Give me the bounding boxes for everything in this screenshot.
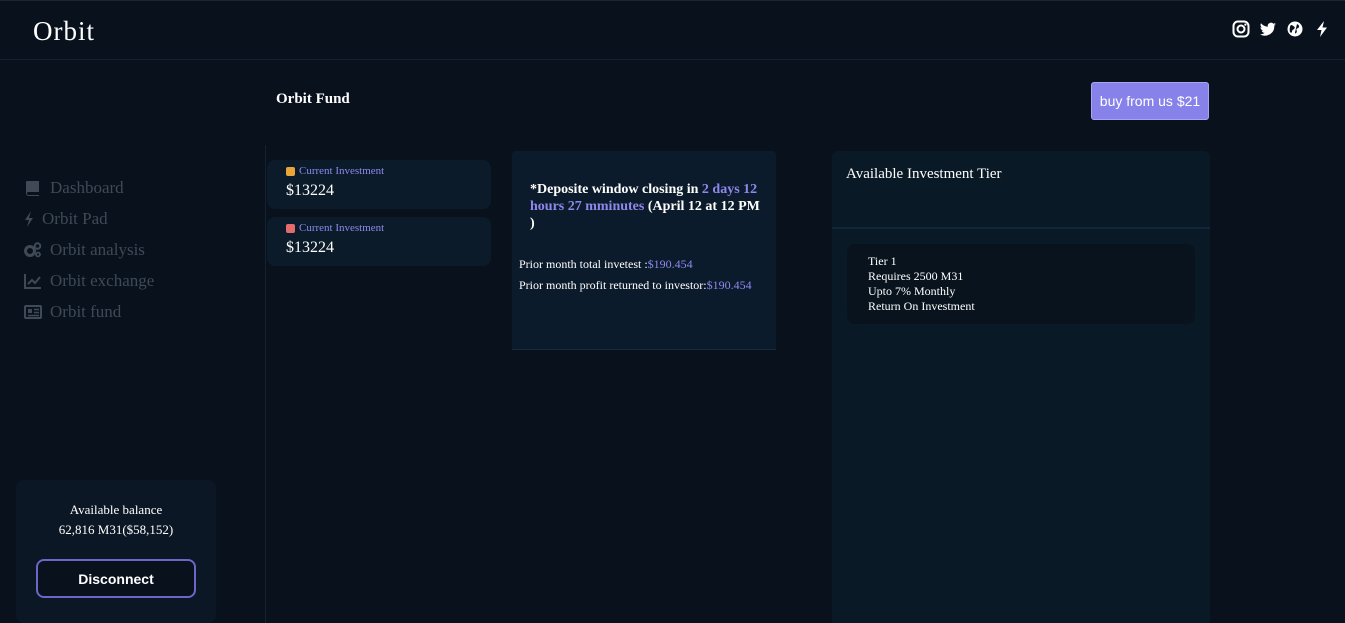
tier-rate: Upto 7% Monthly: [868, 284, 956, 298]
buy-button[interactable]: buy from us $21: [1091, 82, 1209, 120]
disconnect-button[interactable]: Disconnect: [36, 559, 196, 598]
sidebar-item-orbit-pad[interactable]: Orbit Pad: [24, 203, 154, 234]
prior-profit-row: Prior month profit returned to investor:…: [519, 278, 752, 293]
gears-icon: [24, 241, 42, 258]
deposit-window-heading: *Deposite window closing in 2 days 12 ho…: [530, 181, 762, 232]
investment-value: $13224: [286, 239, 334, 256]
prior-profit-value: $190.454: [706, 278, 752, 292]
content-divider: [265, 145, 266, 623]
investment-label: Current Investment: [299, 165, 385, 177]
sidebar-item-orbit-fund[interactable]: Orbit fund: [24, 296, 154, 327]
brand-logo[interactable]: Orbit: [33, 16, 95, 47]
globe-icon[interactable]: [1286, 20, 1304, 38]
investment-value: $13224: [286, 182, 334, 199]
investment-tier-panel: Available Investment Tier Tier 1 Require…: [832, 151, 1210, 623]
investment-label-row: Current Investment: [286, 222, 384, 234]
page-title: Orbit Fund: [276, 91, 350, 107]
tier-note: Return On Investment: [868, 299, 975, 313]
sidebar-nav: Dashboard Orbit Pad Orbit analysis Orbit…: [24, 172, 154, 327]
prior-total-row: Prior month total invetest :$190.454: [519, 257, 693, 272]
sidebar-item-label: Orbit exchange: [50, 270, 155, 290]
tier-heading: Available Investment Tier: [846, 166, 1002, 182]
bolt-icon: [24, 210, 34, 227]
tier-divider: [832, 227, 1210, 229]
instagram-icon[interactable]: [1232, 20, 1250, 38]
investment-label-row: Current Investment: [286, 165, 384, 177]
prior-total-value: $190.454: [647, 257, 693, 271]
tier-requires: Requires 2500 M31: [868, 269, 964, 283]
tier-card[interactable]: Tier 1 Requires 2500 M31 Upto 7% Monthly…: [847, 244, 1195, 324]
sidebar-item-label: Orbit analysis: [50, 239, 145, 259]
balance-value: 62,816 M31($58,152): [58, 522, 174, 537]
sidebar-item-orbit-analysis[interactable]: Orbit analysis: [24, 234, 154, 265]
investment-card: Current Investment $13224: [267, 217, 491, 266]
balance-card: Available balance 62,816 M31($58,152) Di…: [16, 480, 216, 623]
social-links: [1232, 20, 1331, 38]
line-chart-icon: [24, 273, 42, 289]
deposit-prefix: *Deposite window closing in: [530, 182, 702, 197]
coin-icon: [286, 166, 295, 176]
balance-label: Available balance: [69, 502, 163, 517]
newspaper-icon: [24, 304, 42, 320]
top-bar: Orbit: [0, 0, 1345, 60]
investment-card: Current Investment $13224: [267, 160, 491, 209]
sidebar-item-dashboard[interactable]: Dashboard: [24, 172, 154, 203]
tier-name: Tier 1: [868, 254, 897, 268]
prior-total-label: Prior month total invetest :: [519, 257, 648, 271]
sidebar-item-label: Orbit Pad: [42, 208, 108, 228]
bolt-icon[interactable]: [1313, 20, 1331, 38]
calendar-icon: [286, 223, 295, 233]
twitter-icon[interactable]: [1259, 20, 1277, 38]
sidebar-item-orbit-exchange[interactable]: Orbit exchange: [24, 265, 154, 296]
book-icon: [24, 180, 42, 196]
sidebar: Dashboard Orbit Pad Orbit analysis Orbit…: [0, 60, 265, 623]
prior-profit-label: Prior month profit returned to investor:: [519, 278, 707, 292]
investment-label: Current Investment: [299, 222, 385, 234]
deposit-window-card: *Deposite window closing in 2 days 12 ho…: [512, 151, 776, 350]
sidebar-item-label: Dashboard: [50, 177, 124, 197]
sidebar-item-label: Orbit fund: [50, 301, 122, 321]
tier-details: Tier 1 Requires 2500 M31 Upto 7% Monthly…: [868, 254, 975, 314]
